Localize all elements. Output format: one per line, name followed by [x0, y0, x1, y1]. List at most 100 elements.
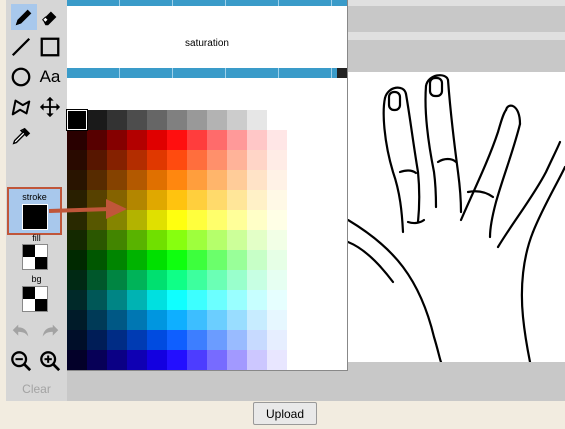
palette-color-cell[interactable] — [107, 150, 127, 170]
palette-color-cell[interactable] — [187, 130, 207, 150]
palette-color-cell[interactable] — [107, 110, 127, 130]
palette-color-cell[interactable] — [87, 250, 107, 270]
palette-color-cell[interactable] — [87, 270, 107, 290]
upload-button[interactable]: Upload — [253, 402, 317, 425]
palette-color-cell[interactable] — [167, 110, 187, 130]
palette-color-cell[interactable] — [167, 150, 187, 170]
palette-color-cell[interactable] — [67, 230, 87, 250]
palette-color-cell[interactable] — [107, 170, 127, 190]
palette-color-cell[interactable] — [187, 110, 207, 130]
palette-color-cell[interactable] — [187, 290, 207, 310]
palette-color-cell[interactable] — [87, 150, 107, 170]
palette-color-cell[interactable] — [247, 110, 267, 130]
palette-color-cell[interactable] — [67, 290, 87, 310]
palette-color-cell[interactable] — [227, 190, 247, 210]
palette-color-cell[interactable] — [187, 190, 207, 210]
palette-color-cell[interactable] — [147, 190, 167, 210]
palette-color-cell[interactable] — [67, 310, 87, 330]
redo-button[interactable] — [37, 318, 63, 344]
palette-color-cell[interactable] — [227, 130, 247, 150]
palette-color-cell[interactable] — [87, 310, 107, 330]
palette-color-cell[interactable] — [247, 250, 267, 270]
palette-color-cell[interactable] — [267, 150, 287, 170]
bg-color-swatch[interactable] — [22, 286, 48, 312]
palette-color-cell[interactable] — [147, 150, 167, 170]
palette-color-cell[interactable] — [247, 270, 267, 290]
palette-color-cell[interactable] — [167, 190, 187, 210]
palette-color-cell[interactable] — [127, 230, 147, 250]
palette-color-cell[interactable] — [207, 250, 227, 270]
palette-color-cell[interactable] — [107, 290, 127, 310]
text-tool-button[interactable]: Aa — [37, 64, 63, 90]
palette-color-cell[interactable] — [87, 110, 107, 130]
palette-color-cell[interactable] — [267, 210, 287, 230]
palette-color-cell[interactable] — [67, 190, 87, 210]
palette-color-cell[interactable] — [167, 230, 187, 250]
palette-color-cell[interactable] — [267, 190, 287, 210]
palette-color-cell[interactable] — [127, 310, 147, 330]
palette-color-cell[interactable] — [187, 350, 207, 370]
palette-color-cell[interactable] — [227, 330, 247, 350]
palette-color-cell[interactable] — [127, 290, 147, 310]
palette-color-cell[interactable] — [267, 270, 287, 290]
palette-color-cell[interactable] — [207, 350, 227, 370]
saturation-slider[interactable] — [67, 68, 347, 78]
palette-color-cell[interactable] — [207, 270, 227, 290]
palette-color-cell[interactable] — [167, 210, 187, 230]
palette-color-cell[interactable] — [167, 310, 187, 330]
palette-color-cell[interactable] — [147, 290, 167, 310]
palette-color-cell[interactable] — [267, 330, 287, 350]
palette-color-cell[interactable] — [207, 190, 227, 210]
palette-color-cell[interactable] — [207, 330, 227, 350]
palette-color-cell[interactable] — [67, 250, 87, 270]
palette-color-cell[interactable] — [207, 290, 227, 310]
palette-color-cell[interactable] — [87, 190, 107, 210]
pencil-tool-button[interactable] — [11, 4, 37, 30]
palette-color-cell[interactable] — [67, 170, 87, 190]
palette-color-cell[interactable] — [207, 170, 227, 190]
zoom-in-button[interactable] — [37, 348, 63, 374]
palette-color-cell[interactable] — [147, 330, 167, 350]
polygon-tool-button[interactable] — [8, 94, 34, 120]
stroke-color-selector[interactable]: stroke — [7, 187, 62, 235]
palette-color-cell[interactable] — [267, 230, 287, 250]
palette-color-cell[interactable] — [187, 250, 207, 270]
palette-color-cell[interactable] — [247, 150, 267, 170]
palette-color-cell[interactable] — [147, 210, 167, 230]
palette-color-cell[interactable] — [167, 270, 187, 290]
palette-color-cell[interactable] — [247, 230, 267, 250]
palette-color-cell[interactable] — [107, 350, 127, 370]
palette-color-cell[interactable] — [67, 270, 87, 290]
palette-color-cell[interactable] — [87, 350, 107, 370]
palette-color-cell[interactable] — [207, 310, 227, 330]
palette-color-cell[interactable] — [127, 170, 147, 190]
palette-color-cell[interactable] — [247, 350, 267, 370]
palette-color-cell[interactable] — [247, 190, 267, 210]
palette-color-cell[interactable] — [227, 350, 247, 370]
palette-color-cell[interactable] — [207, 130, 227, 150]
eraser-tool-button[interactable] — [37, 4, 63, 30]
move-tool-button[interactable] — [37, 94, 63, 120]
palette-color-cell[interactable] — [147, 310, 167, 330]
palette-color-cell[interactable] — [187, 310, 207, 330]
palette-color-cell[interactable] — [127, 150, 147, 170]
palette-color-cell[interactable] — [227, 250, 247, 270]
palette-color-cell[interactable] — [127, 190, 147, 210]
palette-color-cell[interactable] — [247, 290, 267, 310]
palette-color-cell[interactable] — [127, 350, 147, 370]
palette-color-cell[interactable] — [87, 330, 107, 350]
palette-color-cell[interactable] — [267, 350, 287, 370]
palette-color-cell[interactable] — [247, 170, 267, 190]
palette-color-cell[interactable] — [267, 250, 287, 270]
palette-color-cell[interactable] — [107, 230, 127, 250]
palette-color-cell[interactable] — [147, 350, 167, 370]
palette-color-cell[interactable] — [227, 110, 247, 130]
palette-color-cell[interactable] — [67, 130, 87, 150]
rectangle-tool-button[interactable] — [37, 34, 63, 60]
palette-color-cell[interactable] — [227, 210, 247, 230]
palette-color-cell[interactable] — [67, 150, 87, 170]
ellipse-tool-button[interactable] — [8, 64, 34, 90]
palette-color-cell[interactable] — [107, 190, 127, 210]
palette-color-cell[interactable] — [147, 110, 167, 130]
palette-color-cell[interactable] — [207, 110, 227, 130]
